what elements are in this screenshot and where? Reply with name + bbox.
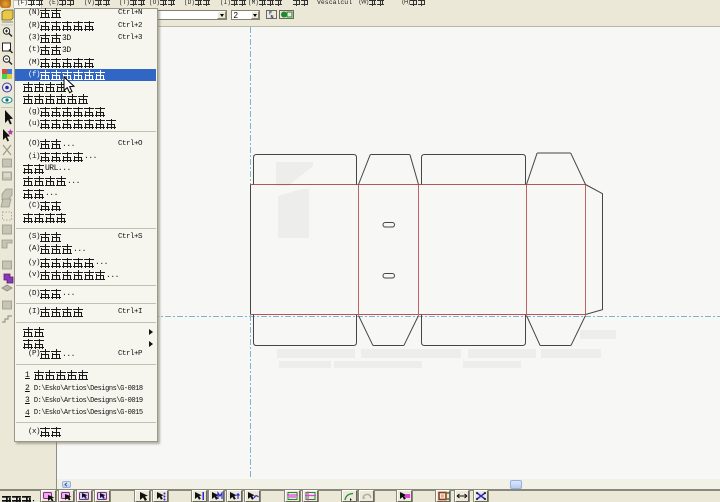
- svg-text:L: L: [103, 495, 106, 501]
- svg-text:L: L: [85, 495, 88, 501]
- svg-text:N: N: [270, 15, 273, 19]
